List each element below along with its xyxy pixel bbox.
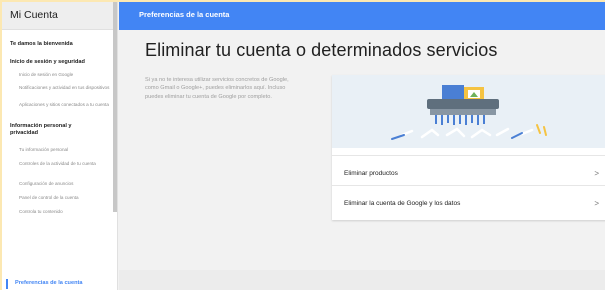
sidebar-item-google-signin[interactable]: Inicio de sesión en Google bbox=[19, 72, 113, 78]
sidebar-item-signin-security[interactable]: Inicio de sesión y seguridad bbox=[10, 59, 110, 66]
sidebar-item-personal-info[interactable]: Información personal y privacidad bbox=[10, 123, 100, 137]
header-bar: Preferencias de la cuenta bbox=[119, 2, 605, 30]
sidebar: Mi Cuenta Te damos la bienvenida Inicio … bbox=[2, 2, 118, 290]
sidebar-item-connected-apps[interactable]: Aplicaciones y sitios conectados a tu cu… bbox=[19, 102, 113, 108]
bottom-band bbox=[119, 270, 605, 290]
sidebar-scrollbar[interactable] bbox=[113, 2, 117, 212]
app-frame: Mi Cuenta Te damos la bienvenida Inicio … bbox=[2, 2, 605, 290]
header-title: Preferencias de la cuenta bbox=[139, 10, 230, 19]
intro-text: Si ya no te interesa utilizar servicios … bbox=[145, 77, 289, 100]
sidebar-item-your-info[interactable]: Tu información personal bbox=[19, 147, 113, 153]
page-title: Eliminar tu cuenta o determinados servic… bbox=[145, 40, 498, 60]
sidebar-item-control-content[interactable]: Controla tu contenido bbox=[19, 209, 113, 215]
sidebar-title: Mi Cuenta bbox=[2, 2, 117, 30]
delete-account-row[interactable]: Eliminar la cuenta de Google y los datos… bbox=[332, 185, 605, 221]
chevron-right-icon: > bbox=[594, 169, 599, 178]
active-item-marker bbox=[6, 279, 8, 289]
sidebar-item-activity-controls[interactable]: Controles de la actividad de tu cuenta bbox=[19, 161, 113, 167]
sidebar-item-notifications[interactable]: Notificaciones y actividad en tus dispos… bbox=[19, 85, 113, 91]
sidebar-item-welcome[interactable]: Te damos la bienvenida bbox=[10, 41, 110, 48]
delete-account-label: Eliminar la cuenta de Google y los datos bbox=[344, 200, 461, 207]
delete-products-label: Eliminar productos bbox=[344, 170, 398, 177]
sidebar-item-account-dashboard[interactable]: Panel de control de la cuenta bbox=[19, 195, 113, 201]
sidebar-item-account-preferences[interactable]: Preferencias de la cuenta bbox=[15, 280, 115, 287]
chevron-right-icon: > bbox=[594, 199, 599, 208]
shredder-illustration bbox=[332, 75, 605, 148]
sidebar-item-ads-settings[interactable]: Configuración de anuncios bbox=[19, 181, 113, 187]
delete-options-card: Eliminar productos > Eliminar la cuenta … bbox=[332, 75, 605, 220]
